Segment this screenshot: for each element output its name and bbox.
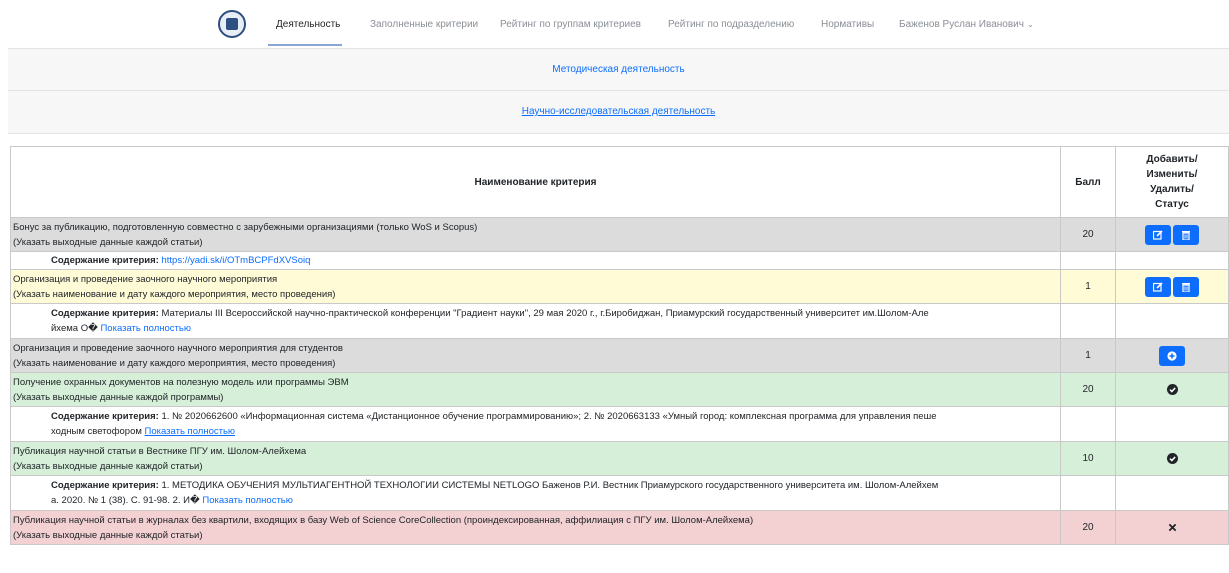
check-circle-icon [1166,383,1178,395]
content-row: Содержание критерия: Материалы III Всеро… [10,303,1229,339]
add-button[interactable] [1159,345,1185,366]
row-actions [1115,269,1229,304]
criterion-name: Публикация научной статьи в Вестнике ПГУ… [10,441,1061,476]
nav-activity[interactable]: Деятельность [276,19,340,30]
edit-icon [1153,229,1163,240]
table-row: Публикация научной статьи в журналах без… [10,510,1229,545]
row-status [1115,441,1229,476]
show-more-link[interactable]: Показать полностью [202,495,293,506]
edit-button[interactable] [1145,224,1171,245]
nav-filled-criteria[interactable]: Заполненные критерии [370,19,478,30]
section-methodical: Методическая деятельность [8,48,1229,91]
criterion-name: Получение охранных документов на полезну… [10,372,1061,407]
delete-button[interactable] [1173,224,1199,245]
criterion-name: Бонус за публикацию, подготовленную совм… [10,217,1061,252]
criterion-score: 20 [1060,510,1116,545]
content-row: Содержание критерия: 1. МЕТОДИКА ОБУЧЕНИ… [10,475,1229,511]
delete-button[interactable] [1173,276,1199,297]
nav-rating-department[interactable]: Рейтинг по подразделению [668,19,794,30]
content-row: Содержание критерия: 1. № 2020662600 «Ин… [10,406,1229,442]
criterion-content: Содержание критерия: https://yadi.sk/i/O… [10,251,1061,270]
edit-button[interactable] [1145,276,1171,297]
criterion-content: Содержание критерия: 1. МЕТОДИКА ОБУЧЕНИ… [10,475,1061,511]
top-navbar: Деятельность Заполненные критерии Рейтин… [0,0,1229,48]
table-row: Организация и проведение заочного научно… [10,269,1229,304]
nav-norms[interactable]: Нормативы [821,19,874,30]
table-row: Организация и проведение заочного научно… [10,338,1229,373]
nav-rating-groups[interactable]: Рейтинг по группам критериев [500,19,641,30]
active-nav-underline [268,44,342,46]
research-link[interactable]: Научно-исследовательская деятельность [522,106,716,117]
header-actions: Добавить/ Изменить/ Удалить/ Статус [1115,146,1229,218]
row-status [1115,510,1229,545]
criterion-name: Организация и проведение заочного научно… [10,338,1061,373]
table-row: Получение охранных документов на полезну… [10,372,1229,407]
show-more-link[interactable]: Показать полностью [100,323,191,334]
chevron-down-icon: ⌄ [1026,20,1034,29]
trash-icon [1182,282,1190,292]
table-row: Публикация научной статьи в Вестнике ПГУ… [10,441,1229,476]
header-score: Балл [1060,146,1116,218]
section-research: Научно-исследовательская деятельность [8,91,1229,134]
criterion-score: 10 [1060,441,1116,476]
user-menu[interactable]: Баженов Руслан Иванович ⌄ [899,19,1034,30]
x-icon [1168,523,1176,532]
content-row: Содержание критерия: https://yadi.sk/i/O… [10,251,1229,270]
edit-icon [1153,281,1163,292]
criteria-table: Наименование критерия Балл Добавить/ Изм… [10,146,1229,545]
user-name: Баженов Руслан Иванович [899,19,1024,30]
criterion-score: 20 [1060,217,1116,252]
criterion-score: 1 [1060,269,1116,304]
criterion-score: 1 [1060,338,1116,373]
criterion-score: 20 [1060,372,1116,407]
criterion-name: Публикация научной статьи в журналах без… [10,510,1061,545]
plus-circle-icon [1167,350,1177,361]
check-circle-icon [1166,452,1178,464]
criterion-name: Организация и проведение заочного научно… [10,269,1061,304]
content-link[interactable]: https://yadi.sk/i/OTmBCPFdXVSoiq [162,255,311,266]
header-name: Наименование критерия [10,146,1061,218]
table-row: Бонус за публикацию, подготовленную совм… [10,217,1229,252]
show-more-link[interactable]: Показать полностью [145,426,236,437]
row-actions [1115,217,1229,252]
methodical-link[interactable]: Методическая деятельность [552,64,684,75]
trash-icon [1182,230,1190,240]
criterion-content: Содержание критерия: 1. № 2020662600 «Ин… [10,406,1061,442]
row-actions [1115,338,1229,373]
criterion-content: Содержание критерия: Материалы III Всеро… [10,303,1061,339]
university-logo-icon[interactable] [218,10,246,38]
row-status [1115,372,1229,407]
